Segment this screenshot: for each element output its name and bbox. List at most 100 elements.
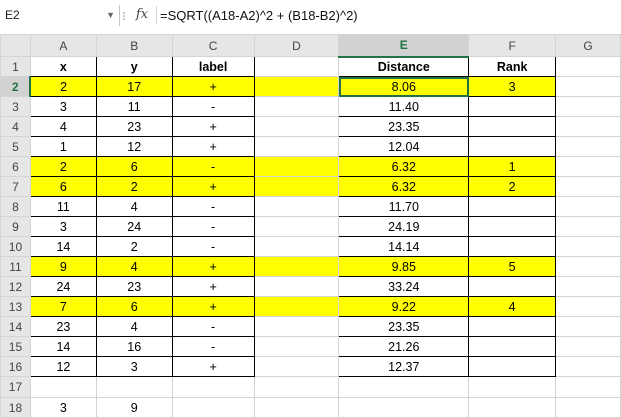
cell-f15[interactable] <box>468 336 557 357</box>
cell-b1[interactable]: y <box>95 56 173 77</box>
cell-a12[interactable]: 24 <box>29 276 97 297</box>
cell-c18[interactable] <box>171 397 255 418</box>
cell-b17[interactable] <box>95 376 173 398</box>
cell-c4[interactable]: + <box>171 116 255 137</box>
cell-e17[interactable] <box>338 376 470 398</box>
cell-g1[interactable] <box>555 56 621 77</box>
select-all-corner[interactable] <box>0 34 31 57</box>
cell-b11[interactable]: 4 <box>95 256 173 277</box>
cell-b9[interactable]: 24 <box>95 216 173 237</box>
cell-d17[interactable] <box>253 376 340 398</box>
cell-d13[interactable] <box>253 296 340 317</box>
row-header-16[interactable]: 16 <box>0 356 31 377</box>
cell-a10[interactable]: 14 <box>29 236 97 257</box>
cell-f1[interactable]: Rank <box>468 56 557 77</box>
cell-a3[interactable]: 3 <box>29 96 97 117</box>
cell-a8[interactable]: 11 <box>29 196 97 217</box>
cell-f3[interactable] <box>468 96 557 117</box>
column-header-g[interactable]: G <box>555 34 621 57</box>
column-header-f[interactable]: F <box>468 34 557 57</box>
cell-b16[interactable]: 3 <box>95 356 173 377</box>
row-header-8[interactable]: 8 <box>0 196 31 217</box>
row-header-17[interactable]: 17 <box>0 376 31 398</box>
cell-a17[interactable] <box>29 376 97 398</box>
row-header-2[interactable]: 2 <box>0 76 32 97</box>
cell-e8[interactable]: 11.70 <box>338 196 470 217</box>
column-header-a[interactable]: A <box>29 34 97 57</box>
cell-c13[interactable]: + <box>171 296 255 317</box>
row-header-11[interactable]: 11 <box>0 256 31 277</box>
cell-b5[interactable]: 12 <box>95 136 173 157</box>
cell-c17[interactable] <box>171 376 255 398</box>
cell-g2[interactable] <box>555 76 621 97</box>
cell-d6[interactable] <box>253 156 340 177</box>
cell-g5[interactable] <box>555 136 621 157</box>
cell-e10[interactable]: 14.14 <box>338 236 470 257</box>
cell-f7[interactable]: 2 <box>468 176 557 197</box>
cell-a14[interactable]: 23 <box>29 316 97 337</box>
cell-d9[interactable] <box>253 216 340 237</box>
cell-a15[interactable]: 14 <box>29 336 97 357</box>
cell-e2[interactable]: 8.06 <box>338 76 470 97</box>
cell-g7[interactable] <box>555 176 621 197</box>
row-header-5[interactable]: 5 <box>0 136 31 157</box>
cell-c11[interactable]: + <box>171 256 255 277</box>
cell-g16[interactable] <box>555 356 621 377</box>
cell-e1[interactable]: Distance <box>338 56 470 77</box>
cell-e9[interactable]: 24.19 <box>338 216 470 237</box>
cell-b14[interactable]: 4 <box>95 316 173 337</box>
row-header-7[interactable]: 7 <box>0 176 31 197</box>
cell-f11[interactable]: 5 <box>468 256 557 277</box>
cell-e7[interactable]: 6.32 <box>338 176 470 197</box>
cell-d4[interactable] <box>253 116 340 137</box>
cell-a2[interactable]: 2 <box>29 76 97 97</box>
cell-b12[interactable]: 23 <box>95 276 173 297</box>
cell-c15[interactable]: - <box>171 336 255 357</box>
cell-f8[interactable] <box>468 196 557 217</box>
cell-g10[interactable] <box>555 236 621 257</box>
cell-a4[interactable]: 4 <box>29 116 97 137</box>
cell-d8[interactable] <box>253 196 340 217</box>
cell-c2[interactable]: + <box>171 76 255 97</box>
cell-g3[interactable] <box>555 96 621 117</box>
cell-f4[interactable] <box>468 116 557 137</box>
cell-b4[interactable]: 23 <box>95 116 173 137</box>
cell-f9[interactable] <box>468 216 557 237</box>
cell-e12[interactable]: 33.24 <box>338 276 470 297</box>
row-header-12[interactable]: 12 <box>0 276 31 297</box>
cell-g13[interactable] <box>555 296 621 317</box>
row-header-3[interactable]: 3 <box>0 96 31 117</box>
cell-d7[interactable] <box>253 176 340 197</box>
cell-c16[interactable]: + <box>171 356 255 377</box>
cell-d16[interactable] <box>253 356 340 377</box>
cell-e16[interactable]: 12.37 <box>338 356 470 377</box>
cell-a13[interactable]: 7 <box>29 296 97 317</box>
row-header-9[interactable]: 9 <box>0 216 31 237</box>
cell-a9[interactable]: 3 <box>29 216 97 237</box>
row-header-13[interactable]: 13 <box>0 296 31 317</box>
cell-g8[interactable] <box>555 196 621 217</box>
cell-e3[interactable]: 11.40 <box>338 96 470 117</box>
formula-input[interactable]: =SQRT((A18-A2)^2 + (B18-B2)^2) <box>160 5 621 26</box>
cell-d3[interactable] <box>253 96 340 117</box>
column-header-c[interactable]: C <box>171 34 255 57</box>
cell-g9[interactable] <box>555 216 621 237</box>
insert-function-button[interactable]: fx <box>131 4 153 26</box>
cell-g15[interactable] <box>555 336 621 357</box>
column-header-e[interactable]: E <box>338 34 470 58</box>
cell-c6[interactable]: - <box>171 156 255 177</box>
cell-c5[interactable]: + <box>171 136 255 157</box>
cell-e5[interactable]: 12.04 <box>338 136 470 157</box>
cell-d15[interactable] <box>253 336 340 357</box>
cell-f5[interactable] <box>468 136 557 157</box>
cell-e4[interactable]: 23.35 <box>338 116 470 137</box>
column-header-b[interactable]: B <box>95 34 173 57</box>
cell-a11[interactable]: 9 <box>29 256 97 277</box>
cell-b8[interactable]: 4 <box>95 196 173 217</box>
cell-a1[interactable]: x <box>29 56 97 77</box>
row-header-4[interactable]: 4 <box>0 116 31 137</box>
row-header-10[interactable]: 10 <box>0 236 31 257</box>
drag-handle-icon[interactable] <box>122 12 126 20</box>
cell-a7[interactable]: 6 <box>29 176 97 197</box>
cell-d11[interactable] <box>253 256 340 277</box>
